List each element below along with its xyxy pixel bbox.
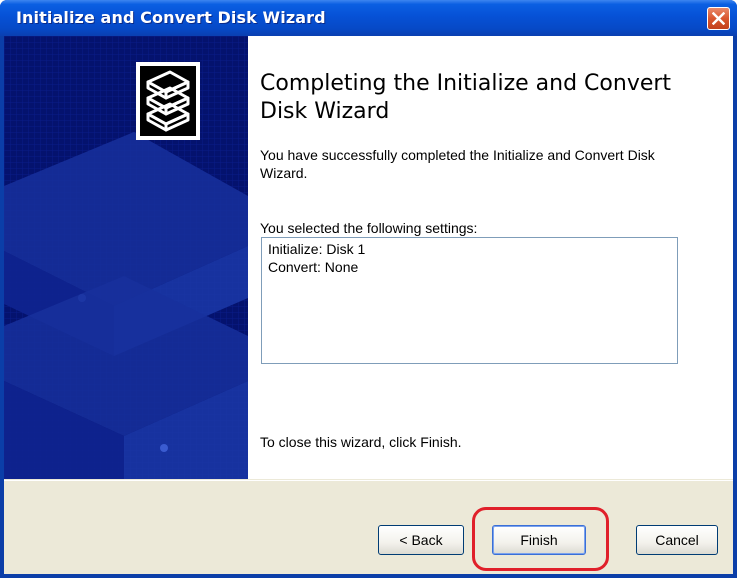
wizard-heading: Completing the Initialize and Convert Di…	[260, 71, 672, 124]
wizard-sidebar	[4, 36, 248, 479]
settings-label: You selected the following settings:	[260, 220, 478, 236]
footer-separator	[4, 480, 733, 481]
completion-message: You have successfully completed the Init…	[260, 147, 655, 181]
sidebar-disk-graphic	[4, 36, 248, 479]
finish-highlight-annotation	[472, 507, 609, 571]
setting-line: Convert: None	[268, 259, 359, 275]
cancel-button[interactable]: Cancel	[636, 525, 718, 555]
close-button[interactable]	[707, 7, 730, 30]
settings-summary-box[interactable]: Initialize: Disk 1 Convert: None	[261, 237, 678, 364]
close-x-icon	[712, 12, 725, 25]
wizard-client-area: Completing the Initialize and Convert Di…	[4, 36, 733, 574]
back-button[interactable]: < Back	[378, 525, 464, 555]
wizard-logo	[136, 62, 200, 140]
disk-stack-icon	[146, 70, 190, 132]
button-bar	[4, 479, 733, 574]
window-title: Initialize and Convert Disk Wizard	[16, 8, 326, 27]
title-bar[interactable]: Initialize and Convert Disk Wizard	[0, 0, 737, 36]
setting-line: Initialize: Disk 1	[268, 241, 366, 257]
wizard-window: Initialize and Convert Disk Wizard Compl…	[0, 0, 737, 578]
close-instruction: To close this wizard, click Finish.	[260, 434, 462, 450]
